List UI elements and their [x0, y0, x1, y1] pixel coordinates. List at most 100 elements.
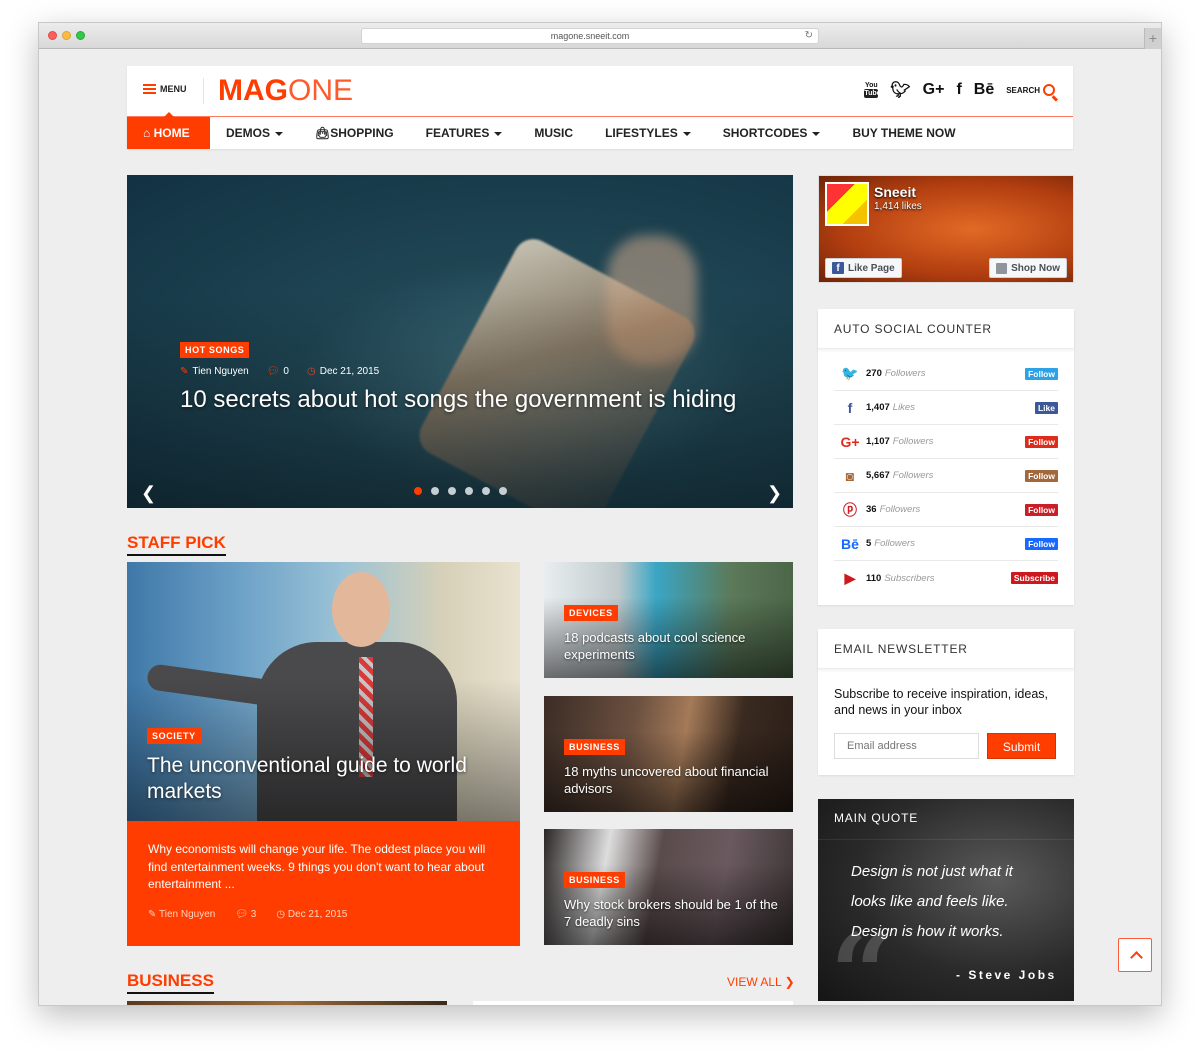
slider-dot[interactable] — [448, 487, 456, 495]
post-date: ◷ Dec 21, 2015 — [276, 909, 347, 920]
email-field[interactable] — [834, 733, 979, 759]
nav-item-buy-theme[interactable]: BUY THEME NOW — [836, 117, 971, 149]
slider-dot[interactable] — [499, 487, 507, 495]
zoom-window-button[interactable] — [76, 31, 85, 40]
post-card[interactable]: BUSINESS Why stock brokers should be 1 o… — [544, 829, 793, 945]
counter-row-pinterest: ⓟ 36 Followers Follow — [834, 493, 1058, 527]
like-page-button[interactable]: f Like Page — [825, 258, 902, 278]
widget-title: MAIN QUOTE — [834, 811, 919, 825]
logo-bold: MAG — [218, 74, 288, 107]
slider-dot[interactable] — [465, 487, 473, 495]
facebook-page-widget[interactable]: Sneeit 1,414 likes f Like Page Shop Now — [818, 175, 1074, 283]
category-badge[interactable]: BUSINESS — [564, 872, 625, 888]
post-author[interactable]: ✎ Tien Nguyen — [148, 909, 215, 920]
page-avatar[interactable] — [825, 182, 869, 226]
google-plus-follow-button[interactable]: Follow — [1025, 435, 1058, 448]
category-badge[interactable]: BUSINESS — [564, 739, 625, 755]
post-caption: BUSINESS 18 myths uncovered about financ… — [564, 737, 784, 797]
back-to-top-button[interactable] — [1118, 938, 1152, 972]
post-title[interactable]: 18 myths uncovered about financial advis… — [564, 763, 784, 797]
pinterest-follow-button[interactable]: Follow — [1025, 503, 1058, 516]
site-logo[interactable]: MAGONE — [218, 74, 353, 108]
view-all-link[interactable]: VIEW ALL ❯ — [727, 975, 795, 989]
twitter-follow-button[interactable]: Follow — [1025, 367, 1058, 380]
count-unit: Subscribers — [884, 572, 935, 584]
nav-item-shopping[interactable]: 👜︎SHOPPING — [299, 117, 410, 149]
category-badge[interactable]: HOT SONGS — [180, 342, 250, 358]
bag-icon: 👜︎ — [315, 126, 331, 140]
behance-icon[interactable]: Bē — [974, 81, 994, 99]
youtube-icon[interactable]: You Tube — [864, 82, 881, 98]
date-text: Dec 21, 2015 — [319, 366, 380, 377]
featured-post-caption: SOCIETY The unconventional guide to worl… — [147, 726, 507, 805]
bag-icon — [996, 262, 1008, 274]
comment-icon: 💬︎ — [235, 909, 251, 920]
youtube-follow-button[interactable]: Subscribe — [1010, 572, 1058, 584]
post-meta: ✎ Tien Nguyen 💬︎ 3 ◷ Dec 21, 2015 — [148, 909, 347, 920]
facebook-follow-button[interactable]: Like — [1034, 401, 1058, 414]
featured-post-title[interactable]: The unconventional guide to world market… — [147, 753, 507, 805]
category-badge[interactable]: SOCIETY — [147, 728, 201, 744]
counter-row-instagram: ◙ 5,667 Followers Follow — [834, 459, 1058, 493]
nav-item-music[interactable]: MUSIC — [518, 117, 589, 149]
post-date: ◷ Dec 21, 2015 — [307, 366, 379, 377]
business-post-image[interactable] — [127, 1001, 447, 1005]
search-button[interactable]: SEARCH — [1006, 84, 1055, 96]
post-comments[interactable]: 💬︎ 3 — [235, 909, 256, 920]
slider-dot[interactable] — [482, 487, 490, 495]
address-bar[interactable]: magone.sneeit.com ↻ — [361, 28, 819, 44]
new-tab-button[interactable]: + — [1144, 28, 1161, 49]
facebook-icon[interactable]: f — [956, 81, 961, 99]
slider-dot[interactable] — [414, 487, 422, 495]
caret-down-icon — [682, 131, 691, 136]
slide-caption: HOT SONGS ✎ Tien Nguyen 💬︎ 0 ◷ Dec 21, 2015… — [180, 340, 740, 413]
counter-row-facebook: f 1,407 Likes Like — [834, 391, 1058, 425]
page-name[interactable]: Sneeit — [874, 184, 916, 200]
widget-title: EMAIL NEWSLETTER — [818, 629, 1074, 669]
post-card[interactable]: DEVICES 18 podcasts about cool science e… — [544, 562, 793, 678]
staff-pick-heading: STAFF PICK — [127, 533, 226, 556]
nav-item-demos[interactable]: DEMOS — [210, 117, 299, 149]
nav-item-lifestyles[interactable]: LIFESTYLES — [589, 117, 707, 149]
post-meta: ✎ Tien Nguyen 💬︎ 0 ◷ Dec 21, 2015 — [180, 366, 740, 377]
featured-slider[interactable]: HOT SONGS ✎ Tien Nguyen 💬︎ 0 ◷ Dec 21, 2015… — [127, 175, 793, 508]
post-author[interactable]: ✎ Tien Nguyen — [180, 366, 249, 377]
nav-label: BUY THEME NOW — [852, 126, 956, 140]
pinterest-icon: ⓟ — [843, 501, 857, 518]
nav-label: MUSIC — [534, 126, 574, 140]
twitter-icon[interactable]: 🐦︎ — [890, 80, 910, 100]
caret-down-icon — [275, 131, 284, 136]
hamburger-icon — [143, 84, 156, 94]
prev-slide-button[interactable]: ❮ — [141, 483, 156, 504]
nav-item-home[interactable]: ⌂ HOME — [127, 112, 210, 149]
nav-label: SHORTCODES — [722, 126, 808, 140]
post-card[interactable]: BUSINESS 18 myths uncovered about financ… — [544, 696, 793, 812]
next-slide-button[interactable]: ❯ — [767, 483, 782, 504]
business-post-card[interactable] — [473, 1001, 793, 1005]
post-title[interactable]: 18 podcasts about cool science experimen… — [564, 629, 784, 663]
nav-label: SHOPPING — [330, 126, 394, 140]
close-window-button[interactable] — [48, 31, 57, 40]
behance-follow-button[interactable]: Follow — [1025, 537, 1058, 550]
active-pointer — [164, 112, 174, 117]
slider-dot[interactable] — [431, 487, 439, 495]
google-plus-icon[interactable]: G+ — [923, 81, 945, 99]
minimize-window-button[interactable] — [62, 31, 71, 40]
search-icon — [1043, 84, 1055, 96]
category-badge[interactable]: DEVICES — [564, 605, 618, 621]
menu-button[interactable]: MENU — [143, 84, 187, 94]
featured-post-card[interactable]: SOCIETY The unconventional guide to worl… — [127, 562, 520, 946]
nav-item-features[interactable]: FEATURES — [410, 117, 519, 149]
reload-icon[interactable]: ↻ — [805, 29, 813, 43]
slide-title[interactable]: 10 secrets about hot songs the governmen… — [180, 386, 740, 413]
comment-count: 3 — [250, 909, 257, 920]
post-title[interactable]: Why stock brokers should be 1 of the 7 d… — [564, 896, 784, 930]
count-unit: Followers — [879, 504, 921, 515]
post-comments[interactable]: 💬︎ 0 — [267, 366, 289, 377]
submit-button[interactable]: Submit — [987, 733, 1056, 759]
instagram-follow-button[interactable]: Follow — [1025, 469, 1058, 482]
nav-label: FEATURES — [425, 126, 490, 140]
author-name: Tien Nguyen — [192, 366, 249, 377]
nav-item-shortcodes[interactable]: SHORTCODES — [707, 117, 837, 149]
shop-now-button[interactable]: Shop Now — [989, 258, 1067, 278]
